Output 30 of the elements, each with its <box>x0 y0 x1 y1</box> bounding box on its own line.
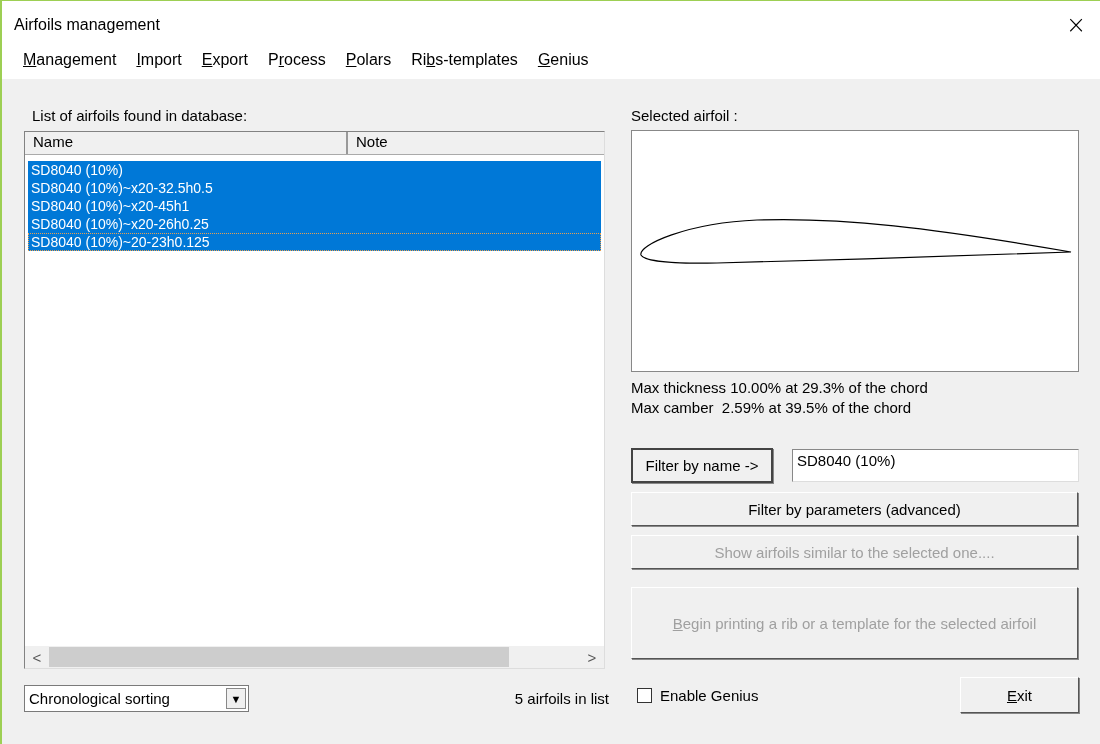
scroll-left-button[interactable]: < <box>25 648 49 666</box>
menu-item[interactable]: Management <box>14 49 126 73</box>
horizontal-scrollbar[interactable]: < > <box>25 646 604 668</box>
close-button[interactable]: × <box>1059 11 1092 39</box>
list-row[interactable]: SD8040 (10%)~x20-45h1 <box>28 197 601 215</box>
list-row[interactable]: SD8040 (10%) <box>28 161 601 179</box>
exit-button[interactable]: Exit <box>960 677 1079 713</box>
action-button[interactable]: Filter by parameters (advanced) <box>631 492 1078 526</box>
menu-item[interactable]: Polars <box>336 49 401 73</box>
airfoil-stat: Max camber 2.59% at 39.5% of the chord <box>631 398 913 418</box>
column-header[interactable]: Name <box>25 132 348 154</box>
list-row[interactable]: SD8040 (10%)~20-23h0.125 <box>28 233 601 251</box>
list-row[interactable]: SD8040 (10%)~x20-32.5h0.5 <box>28 179 601 197</box>
name-filter-field[interactable]: SD8040 (10%) <box>792 449 1079 482</box>
menu-item[interactable]: Ribs-templates <box>402 49 527 73</box>
filter-by-name-button[interactable]: Filter by name -> <box>631 448 773 483</box>
sorting-dropdown[interactable]: Chronological sorting ▼ <box>24 685 249 712</box>
list-label: List of airfoils found in database: <box>32 107 249 126</box>
window-title: Airfoils management <box>14 16 160 34</box>
menu-item[interactable]: Export <box>192 49 257 73</box>
airfoil-stat: Max thickness 10.00% at 29.3% of the chord <box>631 378 929 398</box>
enable-genius-checkbox[interactable]: Enable Genius <box>637 686 759 704</box>
list-row[interactable]: SD8040 (10%)~x20-26h0.25 <box>28 215 601 233</box>
column-header[interactable]: Note <box>348 132 604 154</box>
menu-item[interactable]: Import <box>127 49 191 73</box>
preview-label: Selected airfoil : <box>631 107 739 126</box>
scroll-right-button[interactable]: > <box>580 648 604 666</box>
airfoil-count: 5 airfoils in list <box>514 690 609 707</box>
menu-item[interactable]: Process <box>259 49 335 73</box>
menu-item[interactable]: Genius <box>528 49 598 73</box>
